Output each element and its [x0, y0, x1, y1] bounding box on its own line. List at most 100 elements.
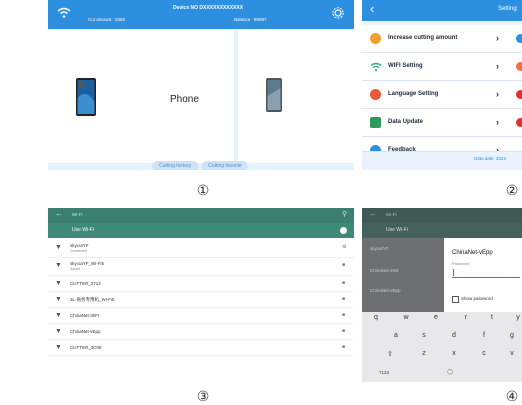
- network-name: ChinaNet-vEpp: [70, 329, 101, 334]
- network-status: Saved: [70, 267, 80, 271]
- chevron-right-icon: ›: [496, 117, 499, 127]
- phone-category-card[interactable]: Phone: [48, 30, 234, 163]
- settings-gear-icon[interactable]: [332, 7, 344, 19]
- wifi-network-row[interactable]: ▼ ChinaNet-3hFt ■: [48, 308, 354, 324]
- show-password-checkbox[interactable]: [452, 296, 459, 303]
- wifi-network-row[interactable]: ▼ CUTTER_3C08 ■: [48, 340, 354, 356]
- wifi-network-row[interactable]: ▼ skycutYF_Wi-Fi5 Saved ■: [48, 258, 354, 276]
- lock-icon: ■: [342, 296, 346, 302]
- tablet-image: [266, 78, 282, 112]
- wifi-network-row[interactable]: ▼ skycutYF Connected ⚙: [48, 240, 354, 258]
- back-arrow-icon: ←: [369, 209, 377, 218]
- search-icon[interactable]: ⚲: [342, 210, 347, 218]
- wifi-header: ← Wi-Fi ⚲: [48, 208, 354, 223]
- settings-item-feedback[interactable]: Feedback ›: [362, 137, 522, 152]
- key-v[interactable]: v: [506, 350, 518, 357]
- wifi-header-dimmed: ← Wi-Fi: [362, 208, 522, 223]
- key-c[interactable]: c: [478, 350, 490, 357]
- settings-item-wifi[interactable]: WIFI Setting ›: [362, 53, 522, 81]
- key-f[interactable]: f: [478, 332, 490, 339]
- status-dot: [516, 34, 522, 43]
- show-password-label: Show password: [461, 296, 493, 301]
- key-y[interactable]: y: [512, 314, 522, 321]
- smartphone-image: [76, 78, 96, 116]
- use-wifi-toggle-row[interactable]: Use Wi-Fi: [48, 223, 354, 238]
- back-arrow-icon[interactable]: ←: [55, 209, 63, 218]
- settings-item-language[interactable]: Language Setting ›: [362, 81, 522, 109]
- wifi-icon: [370, 62, 382, 72]
- status-dot: [516, 118, 522, 127]
- key-w[interactable]: w: [400, 314, 412, 321]
- password-input[interactable]: [452, 268, 520, 278]
- wifi-signal-icon: ▼: [55, 328, 62, 335]
- toggle-switch[interactable]: [340, 227, 347, 234]
- shift-icon[interactable]: ⇧: [384, 350, 396, 358]
- home-header: Device NO DXXXXXXXXXXXX Cut amount 3358 …: [48, 0, 354, 29]
- dialog-title: ChinaNet-vEpp: [452, 250, 493, 256]
- home-screen-panel: Device NO DXXXXXXXXXXXX Cut amount 3358 …: [48, 0, 354, 170]
- settings-panel: ‹ Setting Increase cutting amount › WIFI…: [362, 0, 522, 170]
- wifi-signal-icon: ▼: [55, 262, 62, 269]
- tablet-category-card[interactable]: [238, 30, 354, 163]
- globe-icon[interactable]: ◯: [444, 369, 456, 375]
- network-name: CUTTER_3C08: [70, 345, 102, 350]
- key-a[interactable]: a: [390, 332, 402, 339]
- settings-title: Setting: [498, 6, 517, 12]
- key-e[interactable]: e: [430, 314, 442, 321]
- chevron-right-icon: ›: [496, 33, 499, 43]
- caption-4: ④: [505, 388, 519, 404]
- wifi-signal-icon: ▼: [55, 344, 62, 351]
- wifi-title: Wi-Fi: [72, 212, 83, 217]
- use-wifi-label: Use Wi-Fi: [386, 227, 408, 233]
- settings-item-data-update[interactable]: Data Update ›: [362, 109, 522, 137]
- settings-item-label: WIFI Setting: [388, 63, 423, 69]
- numbers-key[interactable]: ?123: [374, 370, 394, 375]
- settings-item-label: Feedback: [388, 147, 416, 152]
- wifi-icon[interactable]: [57, 7, 71, 19]
- key-t[interactable]: t: [486, 314, 498, 321]
- caption-1: ①: [196, 182, 210, 198]
- network-name: ChinaNet-vEpp: [370, 288, 401, 293]
- key-x[interactable]: x: [448, 350, 460, 357]
- data-date: Data date 2023: [474, 156, 507, 161]
- text-cursor: [453, 269, 454, 276]
- key-g[interactable]: g: [506, 332, 518, 339]
- network-name: skycutYF_Wi-Fi5: [70, 261, 105, 266]
- network-name: ChinaNet-3hFt: [70, 313, 100, 318]
- use-wifi-label: Use Wi-Fi: [72, 227, 94, 233]
- network-status: Connected: [70, 249, 87, 253]
- coin-icon: [370, 33, 381, 44]
- wifi-signal-icon: ▼: [55, 312, 62, 319]
- settings-header: ‹ Setting: [362, 0, 522, 21]
- back-arrow-icon[interactable]: ‹: [370, 1, 374, 16]
- category-label: Phone: [170, 94, 199, 105]
- key-s[interactable]: s: [418, 332, 430, 339]
- gear-icon[interactable]: ⚙: [342, 244, 346, 250]
- wifi-network-row[interactable]: ▼ ChinaNet-vEpp ■: [48, 324, 354, 340]
- settings-item-increase-cutting[interactable]: Increase cutting amount ›: [362, 25, 522, 53]
- key-d[interactable]: d: [448, 332, 460, 339]
- network-name: 3L-商务专用机_Wi-Fi5: [70, 297, 115, 302]
- cutting-favorite-button[interactable]: Cutting favorite: [202, 161, 248, 170]
- feedback-icon: [370, 145, 381, 151]
- device-number: Device NO DXXXXXXXXXXXX: [173, 5, 244, 11]
- wifi-network-row[interactable]: ▼ 3L-商务专用机_Wi-Fi5 ■: [48, 292, 354, 308]
- status-dot: [516, 90, 522, 99]
- key-q[interactable]: q: [370, 314, 382, 321]
- globe-icon: [370, 89, 381, 100]
- lock-icon: ■: [342, 262, 346, 268]
- data-update-icon: [370, 117, 381, 128]
- wifi-network-row[interactable]: ▼ CUTTER_2712 ■: [48, 276, 354, 292]
- cutting-history-button[interactable]: Cutting history: [152, 161, 198, 170]
- chevron-right-icon: ›: [496, 145, 499, 152]
- key-r[interactable]: r: [460, 314, 472, 321]
- wifi-signal-icon: ▼: [55, 296, 62, 303]
- network-name: skycutYF: [70, 243, 89, 248]
- cut-amount: Cut amount 3358: [88, 17, 126, 22]
- key-z[interactable]: z: [418, 350, 430, 357]
- use-wifi-row-dimmed: Use Wi-Fi: [362, 223, 522, 238]
- wifi-list-panel: ← Wi-Fi ⚲ Use Wi-Fi ▼ skycutYF Connected…: [48, 208, 354, 382]
- lock-icon: ■: [342, 328, 346, 334]
- network-name: skycutYF: [370, 246, 389, 251]
- chevron-right-icon: ›: [496, 89, 499, 99]
